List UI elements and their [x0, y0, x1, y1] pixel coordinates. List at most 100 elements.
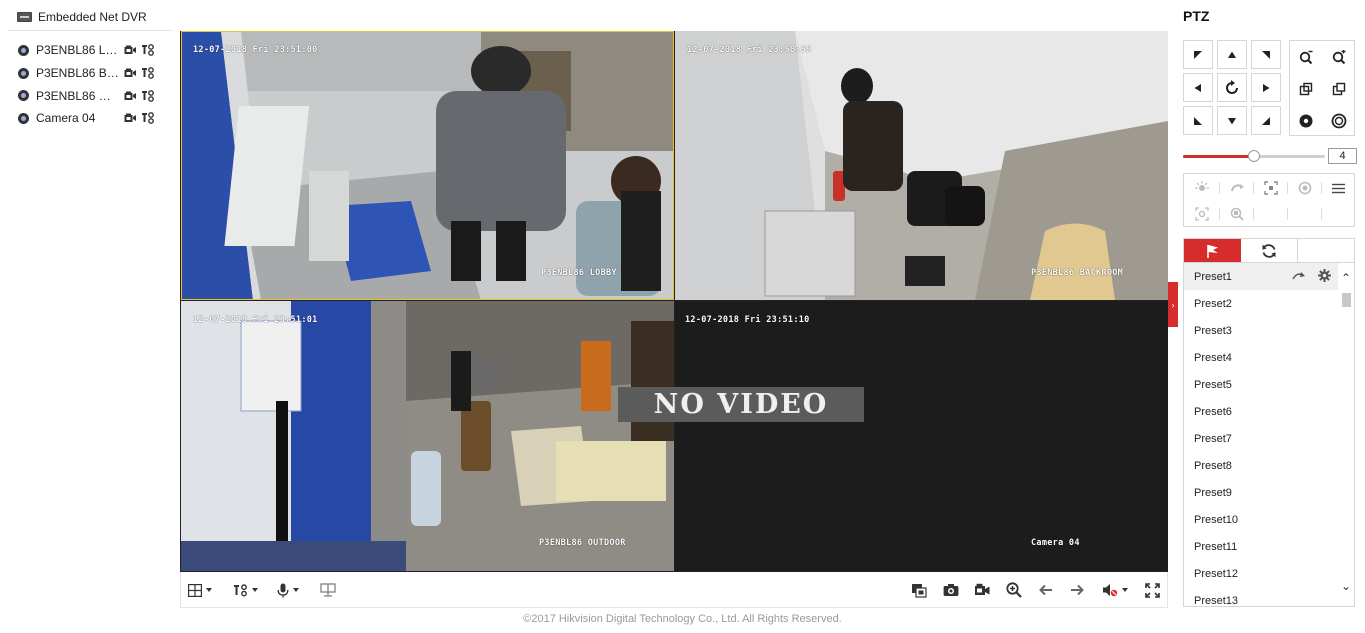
- video-tile-outdoor[interactable]: 12-07-2018 Fri 23:51:01 P3ENBL86 OUTDOOR: [181, 301, 674, 571]
- window-layout-button[interactable]: [188, 581, 212, 599]
- preset-item[interactable]: Preset4: [1184, 344, 1339, 371]
- record-icon[interactable]: [123, 67, 137, 79]
- dvr-node[interactable]: Embedded Net DVR: [17, 10, 147, 24]
- camera-item[interactable]: Camera 04: [18, 107, 168, 130]
- collapse-panel-button[interactable]: ›: [1168, 282, 1178, 327]
- chevron-down-icon: [252, 588, 258, 592]
- camera-item[interactable]: P3ENBL86 BA...: [18, 62, 168, 85]
- preset-item[interactable]: Preset10: [1184, 506, 1339, 533]
- gear-icon: [1318, 269, 1331, 282]
- preset-item[interactable]: Preset6: [1184, 398, 1339, 425]
- ptz-up-right-button[interactable]: [1251, 40, 1281, 69]
- lens-initialization-button[interactable]: [1288, 175, 1321, 201]
- regional-exposure-button[interactable]: [320, 581, 336, 599]
- preset-label: Preset1: [1194, 270, 1232, 283]
- ptz-up-left-button[interactable]: [1183, 40, 1213, 69]
- zoom-out-icon: [1299, 50, 1313, 64]
- ptz-auto-scan-button[interactable]: [1217, 73, 1247, 102]
- flag-icon: [1206, 244, 1218, 258]
- ptz-down-left-button[interactable]: [1183, 106, 1213, 135]
- osd-timestamp: 12-07-2018 Fri 23:51:01: [193, 315, 318, 325]
- volume-button[interactable]: [1102, 581, 1128, 599]
- wiper-button[interactable]: [1220, 175, 1253, 201]
- camera-item[interactable]: P3ENBL86 OU...: [18, 84, 168, 107]
- preset-item[interactable]: Preset5: [1184, 371, 1339, 398]
- chevron-down-icon: [293, 588, 299, 592]
- digital-zoom-button[interactable]: [1006, 581, 1022, 599]
- ptz-down-button[interactable]: [1217, 106, 1247, 135]
- osd-camera-name: P3ENBL86 OUTDOOR: [539, 538, 626, 548]
- focus-far-button[interactable]: [1323, 73, 1355, 104]
- ptz-control-icon[interactable]: [141, 89, 155, 102]
- preset-label: Preset11: [1194, 540, 1238, 553]
- video-tile-lobby[interactable]: 12-07-2018 Fri 23:51:00 P3ENBL86 LOBBY: [181, 31, 674, 300]
- zoom-out-button[interactable]: [1290, 41, 1322, 72]
- set-preset-button[interactable]: [1318, 269, 1331, 285]
- ptz-down-right-button[interactable]: [1251, 106, 1281, 135]
- camera-icon: [18, 90, 29, 102]
- preset-list: Preset1 Preset2 Preset3 Preset4 Preset5 …: [1183, 262, 1355, 607]
- chevron-down-icon: [1122, 588, 1128, 592]
- light-button[interactable]: [1185, 175, 1218, 201]
- speed-value-field[interactable]: 4: [1328, 148, 1357, 164]
- arrow-right-icon: [1071, 584, 1084, 596]
- ptz-right-button[interactable]: [1251, 73, 1281, 102]
- zoom-3d-icon: [1230, 207, 1244, 221]
- next-page-button[interactable]: [1070, 581, 1084, 599]
- ptz-direction-pad: [1183, 40, 1283, 136]
- preset-item[interactable]: Preset13: [1184, 587, 1339, 607]
- tab-patrol[interactable]: [1241, 239, 1298, 262]
- ptz-control-icon[interactable]: [141, 112, 155, 125]
- record-icon[interactable]: [123, 90, 137, 102]
- preset-item[interactable]: Preset3: [1184, 317, 1339, 344]
- call-preset-button[interactable]: [1292, 271, 1305, 283]
- menu-button[interactable]: [1322, 175, 1355, 201]
- focus-far-icon: [1332, 82, 1346, 95]
- preset-item[interactable]: Preset8: [1184, 452, 1339, 479]
- ptz-speed-slider[interactable]: 4: [1183, 148, 1357, 164]
- ptz-control-icon[interactable]: [141, 67, 155, 79]
- stream-type-button[interactable]: [233, 581, 258, 599]
- record-button[interactable]: [974, 581, 990, 599]
- record-icon[interactable]: [123, 112, 137, 124]
- zoom-in-button[interactable]: [1323, 41, 1355, 72]
- preset-item[interactable]: Preset7: [1184, 425, 1339, 452]
- record-icon[interactable]: [123, 44, 137, 56]
- video-tile-camera-04[interactable]: 12-07-2018 Fri 23:51:10 Camera 04: [675, 301, 1168, 571]
- fullscreen-button[interactable]: [1145, 581, 1160, 599]
- camera-label: Camera 04: [36, 111, 96, 126]
- ptz-left-button[interactable]: [1183, 73, 1213, 102]
- manual-tracking-button[interactable]: [1185, 201, 1218, 227]
- ptz-control-icon[interactable]: [141, 44, 155, 57]
- camera-label: P3ENBL86 OU...: [36, 88, 119, 103]
- chevron-down-icon[interactable]: ⌄: [1341, 579, 1351, 593]
- tab-preset[interactable]: [1184, 239, 1241, 262]
- slider-handle[interactable]: [1248, 150, 1260, 162]
- chevron-right-icon: ›: [1171, 299, 1175, 310]
- iris-close-button[interactable]: [1290, 105, 1322, 136]
- preset-item[interactable]: Preset11: [1184, 533, 1339, 560]
- preset-item[interactable]: Preset1: [1184, 263, 1339, 290]
- preset-label: Preset3: [1194, 324, 1232, 337]
- stop-all-button[interactable]: [911, 581, 927, 599]
- scrollbar-thumb[interactable]: [1342, 293, 1351, 307]
- preset-label: Preset2: [1194, 297, 1232, 310]
- 3d-zoom-button[interactable]: [1220, 201, 1253, 227]
- fullscreen-icon: [1145, 582, 1160, 598]
- preset-item[interactable]: Preset12: [1184, 560, 1339, 587]
- iris-open-button[interactable]: [1323, 105, 1355, 136]
- capture-button[interactable]: [943, 581, 959, 599]
- chevron-up-icon[interactable]: ⌃: [1341, 271, 1351, 285]
- preset-scrollbar[interactable]: ⌃ ⌄: [1338, 263, 1354, 606]
- video-tile-backroom[interactable]: 12-07-2018 Fri 23:50:59 P3ENBL86 BACKROO…: [675, 31, 1168, 300]
- auxiliary-focus-button[interactable]: [1254, 175, 1287, 201]
- preset-item[interactable]: Preset2: [1184, 290, 1339, 317]
- ptz-up-button[interactable]: [1217, 40, 1247, 69]
- audio-talk-button[interactable]: [277, 581, 299, 599]
- focus-near-button[interactable]: [1290, 73, 1322, 104]
- preset-label: Preset4: [1194, 351, 1232, 364]
- camera-item[interactable]: P3ENBL86 LO...: [18, 39, 168, 62]
- preset-item[interactable]: Preset9: [1184, 479, 1339, 506]
- video-record-icon: [975, 583, 990, 595]
- previous-page-button[interactable]: [1039, 581, 1053, 599]
